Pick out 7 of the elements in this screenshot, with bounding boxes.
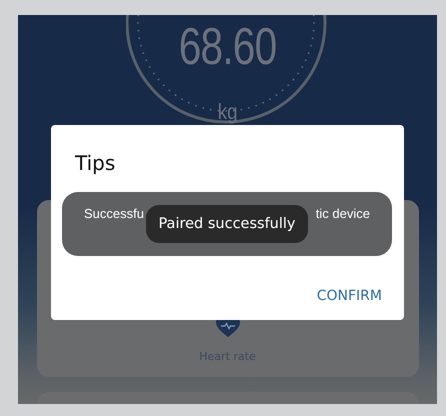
toast-text: Successfu [84,205,144,223]
toast-message: Paired successfully [146,205,308,243]
weight-unit: kg [218,99,238,125]
toast-text: tic device [316,205,370,223]
weight-value: 68.60 [178,17,276,77]
confirm-button[interactable]: CONFIRM [316,288,382,304]
dialog-title: Tips [75,151,116,175]
